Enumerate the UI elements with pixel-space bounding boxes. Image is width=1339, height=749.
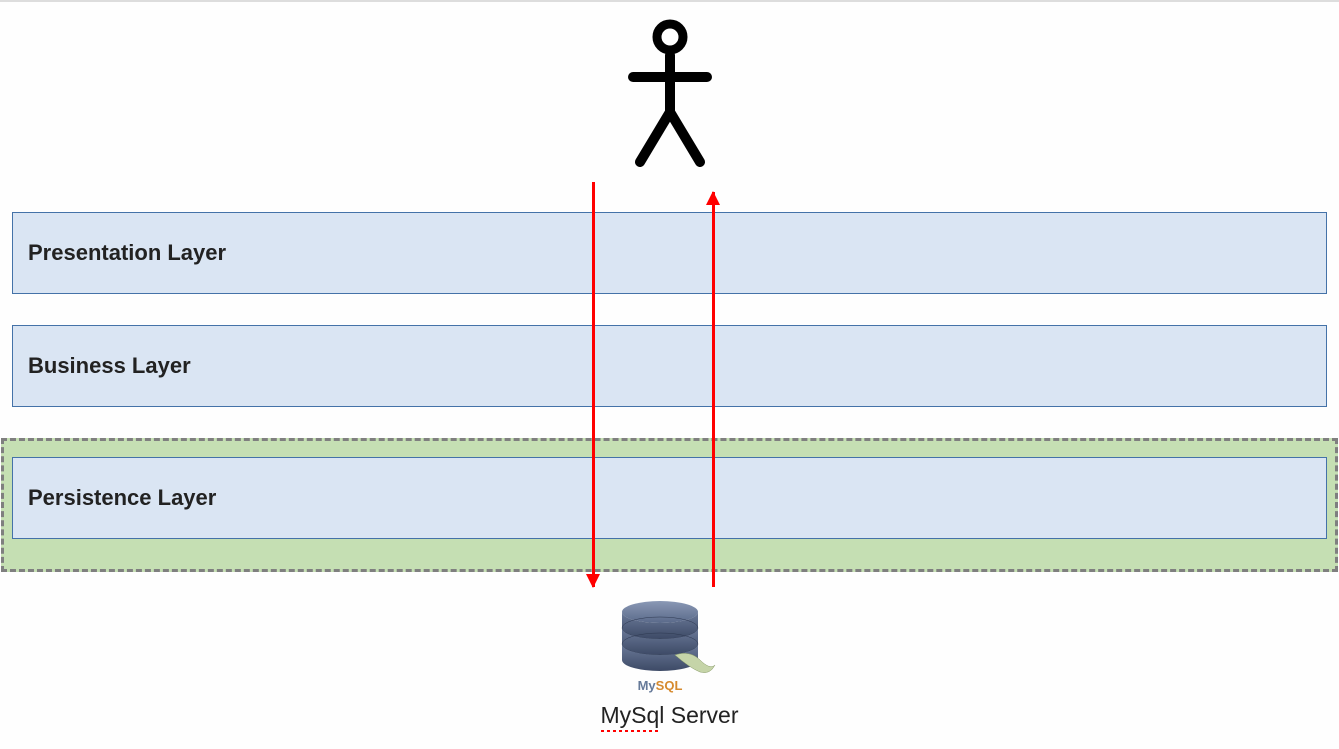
- response-arrow-up: [712, 192, 715, 587]
- svg-text:MySQL: MySQL: [637, 678, 682, 693]
- user-actor-icon: [625, 17, 715, 172]
- business-layer-box: Business Layer: [12, 325, 1327, 407]
- persistence-layer-box: Persistence Layer: [12, 457, 1327, 539]
- presentation-layer-box: Presentation Layer: [12, 212, 1327, 294]
- persistence-layer-label: Persistence Layer: [28, 485, 216, 511]
- architecture-diagram: Presentation Layer Business Layer Persis…: [0, 2, 1339, 749]
- request-arrow-down: [592, 182, 595, 587]
- presentation-layer-label: Presentation Layer: [28, 240, 226, 266]
- database-label: MySql Server: [600, 702, 738, 729]
- business-layer-label: Business Layer: [28, 353, 191, 379]
- database-icon: MySQL: [615, 600, 725, 705]
